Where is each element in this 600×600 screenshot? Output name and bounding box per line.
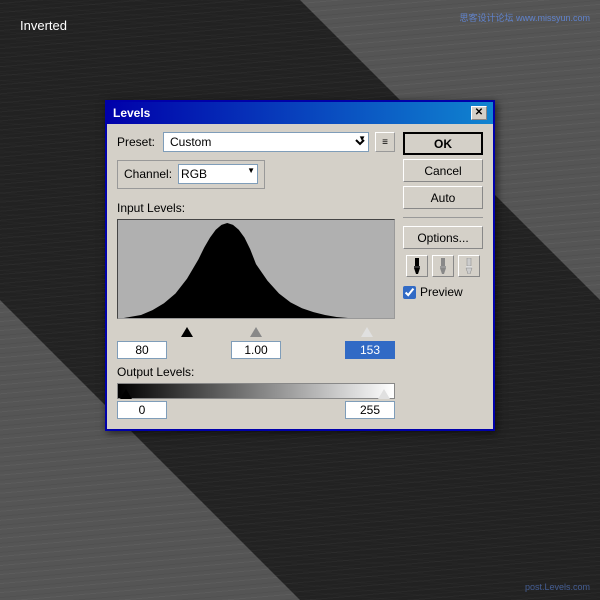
input-min-field[interactable]: [117, 341, 167, 359]
inverted-label: Inverted: [20, 18, 67, 33]
separator: [403, 217, 483, 218]
gray-eyedropper-icon: [436, 258, 450, 274]
dialog-title: Levels: [113, 106, 150, 120]
output-white-triangle[interactable]: [378, 389, 390, 399]
levels-dialog: Levels ✕ Preset: Custom ≡: [105, 100, 495, 431]
preset-row: Preset: Custom ≡: [117, 132, 395, 152]
watermark-bottom-right: post.Levels.com: [525, 582, 590, 592]
output-section: Output Levels:: [117, 365, 395, 419]
dialog-body: Preset: Custom ≡ Channel:: [107, 124, 493, 429]
dialog-right: OK Cancel Auto Options...: [403, 132, 483, 419]
dialog-left: Preset: Custom ≡ Channel:: [117, 132, 395, 419]
gray-eyedropper-button[interactable]: [432, 255, 454, 277]
output-levels-label: Output Levels:: [117, 365, 395, 379]
channel-row: Channel: RGB: [117, 160, 395, 195]
white-eyedropper-icon: [462, 258, 476, 274]
watermark-top-right: 思客设计论坛 www.missyun.com: [459, 12, 590, 25]
preset-menu-button[interactable]: ≡: [375, 132, 395, 152]
background: Inverted 思客设计论坛 www.missyun.com Levels ✕…: [0, 0, 600, 600]
white-eyedropper-button[interactable]: [458, 255, 480, 277]
preview-checkbox[interactable]: [403, 286, 416, 299]
menu-icon: ≡: [382, 137, 388, 148]
options-button[interactable]: Options...: [403, 226, 483, 249]
black-eyedropper-icon: [410, 258, 424, 274]
preview-label: Preview: [420, 285, 463, 299]
input-max-field[interactable]: [345, 341, 395, 359]
channel-label: Channel:: [124, 167, 172, 181]
output-values-row: [117, 401, 395, 419]
channel-select-wrapper: RGB: [178, 164, 258, 184]
histogram-area: [117, 219, 395, 319]
white-slider-triangle[interactable]: [361, 327, 373, 337]
preset-label: Preset:: [117, 135, 157, 149]
dialog-titlebar: Levels ✕: [107, 102, 493, 124]
black-slider-triangle[interactable]: [181, 327, 193, 337]
close-button[interactable]: ✕: [471, 106, 487, 120]
eyedropper-row: [403, 255, 483, 277]
cancel-button[interactable]: Cancel: [403, 159, 483, 182]
channel-box: Channel: RGB: [117, 160, 265, 189]
auto-button[interactable]: Auto: [403, 186, 483, 209]
preview-row: Preview: [403, 285, 483, 299]
input-mid-field[interactable]: [231, 341, 281, 359]
close-icon: ✕: [475, 108, 483, 118]
output-black-triangle[interactable]: [120, 389, 132, 399]
input-slider-container[interactable]: [117, 319, 395, 337]
output-slider-track[interactable]: [117, 383, 395, 399]
ok-button[interactable]: OK: [403, 132, 483, 155]
preset-select[interactable]: Custom: [163, 132, 369, 152]
preset-select-wrapper: Custom: [163, 132, 369, 152]
black-eyedropper-button[interactable]: [406, 255, 428, 277]
input-levels-label: Input Levels:: [117, 201, 395, 215]
channel-select[interactable]: RGB: [178, 164, 258, 184]
output-max-field[interactable]: [345, 401, 395, 419]
histogram-svg: [118, 220, 394, 318]
output-min-field[interactable]: [117, 401, 167, 419]
gray-slider-triangle[interactable]: [250, 327, 262, 337]
input-values-row: [117, 341, 395, 359]
